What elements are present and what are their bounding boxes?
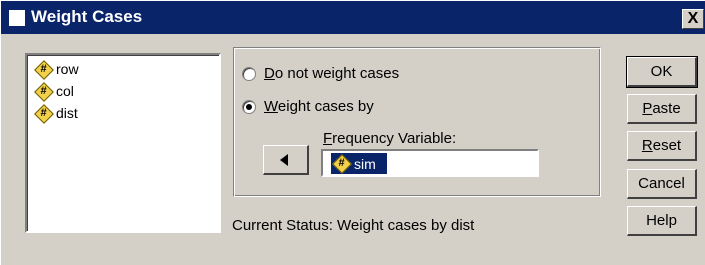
weight-cases-dialog: Weight Cases X row col dist Do not weigh… bbox=[0, 0, 705, 265]
move-variable-button[interactable] bbox=[263, 145, 309, 175]
cancel-button[interactable]: Cancel bbox=[627, 169, 697, 199]
ok-button[interactable]: OK bbox=[626, 56, 698, 88]
frequency-variable-label: Frequency Variable: bbox=[323, 130, 457, 147]
numeric-variable-icon bbox=[35, 83, 52, 100]
weight-cases-by-label[interactable]: Weight cases by bbox=[264, 98, 374, 115]
list-item-col[interactable]: col bbox=[35, 81, 74, 101]
help-button[interactable]: Help bbox=[627, 206, 697, 236]
list-item-dist[interactable]: dist bbox=[35, 103, 78, 123]
weight-cases-by-radio[interactable] bbox=[242, 100, 256, 114]
list-item-row[interactable]: row bbox=[35, 59, 79, 79]
do-not-weight-radio[interactable] bbox=[242, 67, 256, 81]
window-icon bbox=[9, 10, 25, 26]
do-not-weight-label[interactable]: Do not weight cases bbox=[264, 65, 399, 82]
variable-name: row bbox=[56, 61, 79, 77]
selected-frequency-variable[interactable]: sim bbox=[331, 153, 387, 174]
numeric-variable-icon bbox=[35, 105, 52, 122]
close-button[interactable]: X bbox=[682, 9, 704, 29]
frequency-variable-field[interactable]: sim bbox=[321, 149, 539, 177]
numeric-variable-icon bbox=[333, 155, 350, 172]
numeric-variable-icon bbox=[35, 61, 52, 78]
frequency-variable-value: sim bbox=[354, 155, 376, 172]
source-variable-list[interactable]: row col dist bbox=[25, 53, 221, 233]
variable-name: dist bbox=[56, 105, 78, 121]
paste-button[interactable]: Paste bbox=[627, 94, 697, 124]
current-status-text: Current Status: Weight cases by dist bbox=[232, 217, 475, 234]
variable-name: col bbox=[56, 83, 74, 99]
window-title: Weight Cases bbox=[31, 7, 143, 26]
reset-button[interactable]: Reset bbox=[627, 131, 697, 161]
title-bar[interactable]: Weight Cases X bbox=[1, 1, 705, 34]
